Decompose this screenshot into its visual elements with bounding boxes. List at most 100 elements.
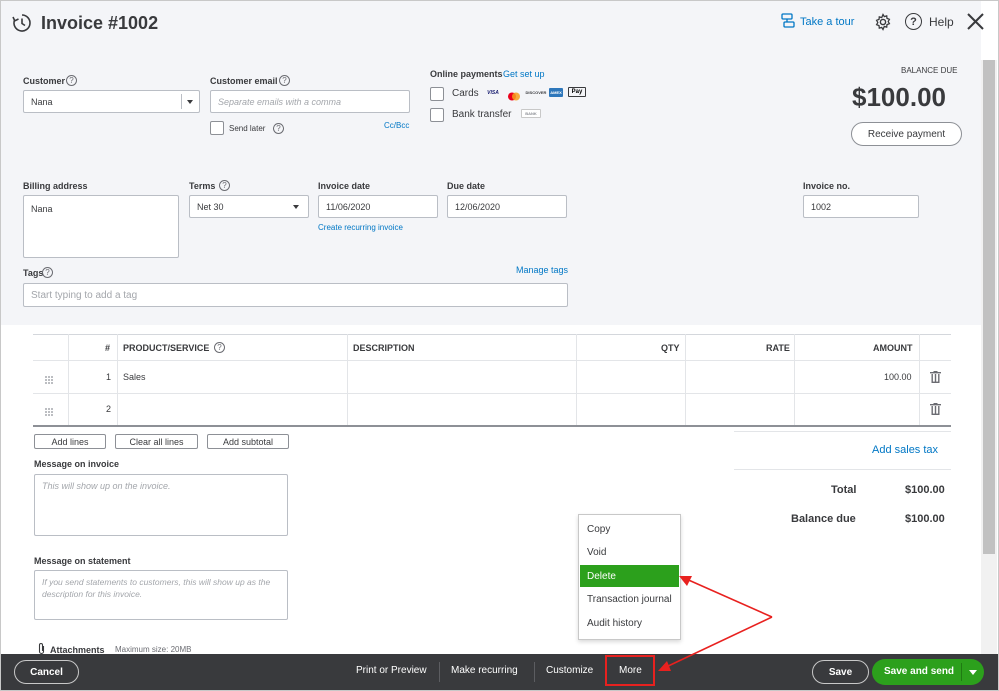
col-divider — [576, 334, 577, 425]
col-divider — [117, 334, 118, 425]
save-and-send-group: Save and send — [872, 659, 984, 685]
row-amount[interactable]: 100.00 — [884, 372, 912, 382]
add-lines-button[interactable]: Add lines — [34, 434, 106, 449]
receive-payment-button[interactable]: Receive payment — [851, 122, 962, 146]
chevron-down-icon — [187, 99, 193, 104]
invoice-no-label: Invoice no. — [803, 181, 851, 191]
tags-help-icon[interactable]: ? — [42, 267, 53, 278]
online-payments-label: Online payments — [430, 69, 503, 79]
col-header-qty: QTY — [661, 343, 680, 353]
amex-icon: AMEX — [549, 88, 563, 97]
discover-icon: DISCOVER — [525, 90, 547, 95]
email-placeholder: Separate emails with a comma — [218, 96, 342, 107]
chevron-down-icon[interactable] — [969, 670, 977, 675]
chevron-down-icon — [293, 204, 299, 209]
email-field[interactable]: Separate emails with a comma — [210, 90, 410, 113]
footer-divider — [439, 662, 440, 682]
due-date-field[interactable]: 12/06/2020 — [447, 195, 567, 218]
tags-placeholder: Start typing to add a tag — [31, 289, 138, 301]
trash-icon[interactable] — [930, 370, 941, 388]
menu-item-transaction-journal[interactable]: Transaction journal — [580, 588, 679, 610]
due-date-label: Due date — [447, 181, 486, 191]
invoice-header-panel — [1, 1, 981, 325]
scrollbar-thumb[interactable] — [983, 60, 995, 554]
cancel-button[interactable]: Cancel — [14, 660, 79, 684]
balance-due-footer-value: $100.00 — [905, 513, 945, 525]
table-header-border — [33, 360, 951, 361]
menu-item-void[interactable]: Void — [580, 541, 679, 563]
trash-icon[interactable] — [930, 402, 941, 420]
drag-handle-icon[interactable] — [44, 404, 54, 422]
send-later-label: Send later — [229, 124, 266, 133]
col-header-number: # — [105, 343, 111, 353]
email-help-icon[interactable]: ? — [279, 75, 290, 86]
row-product[interactable]: Sales — [123, 372, 146, 382]
add-subtotal-button[interactable]: Add subtotal — [207, 434, 289, 449]
tour-icon[interactable] — [781, 13, 795, 34]
history-icon[interactable] — [12, 13, 32, 38]
table-row-border — [33, 393, 951, 394]
more-menu: Copy Void Delete Transaction journal Aud… — [578, 514, 681, 640]
clear-all-lines-button[interactable]: Clear all lines — [115, 434, 198, 449]
customer-select[interactable]: Nana — [23, 90, 200, 113]
customer-help-icon[interactable]: ? — [66, 75, 77, 86]
invoice-date-value: 11/06/2020 — [326, 201, 371, 212]
split-divider — [961, 663, 962, 681]
bank-transfer-checkbox[interactable] — [430, 108, 444, 122]
make-recurring-button[interactable]: Make recurring — [451, 665, 518, 676]
invoice-date-label: Invoice date — [318, 181, 371, 191]
print-preview-button[interactable]: Print or Preview — [356, 665, 427, 676]
menu-item-delete[interactable]: Delete — [580, 565, 679, 587]
message-invoice-placeholder: This will show up on the invoice. — [42, 481, 171, 491]
page-title: Invoice #1002 — [41, 13, 159, 33]
select-divider — [181, 94, 182, 109]
col-divider — [347, 334, 348, 425]
manage-tags-link[interactable]: Manage tags — [516, 265, 568, 275]
customer-label: Customer — [23, 76, 66, 86]
create-recurring-link[interactable]: Create recurring invoice — [318, 223, 403, 232]
table-bottom-border — [33, 425, 951, 427]
col-divider — [919, 334, 920, 425]
message-invoice-field[interactable]: This will show up on the invoice. — [34, 474, 288, 536]
footer-divider — [534, 662, 535, 682]
terms-label: Terms — [189, 181, 216, 191]
invoice-no-field[interactable]: 1002 — [803, 195, 919, 218]
email-label: Customer email — [210, 76, 278, 86]
save-button[interactable]: Save — [812, 660, 869, 684]
menu-item-copy[interactable]: Copy — [580, 518, 679, 540]
terms-help-icon[interactable]: ? — [219, 180, 230, 191]
totals-top-border — [734, 431, 951, 432]
get-set-up-link[interactable]: Get set up — [503, 69, 545, 79]
apple-pay-icon: Pay — [568, 87, 586, 97]
bank-icon: BANK — [521, 109, 541, 118]
gear-icon[interactable] — [874, 13, 892, 36]
customize-button[interactable]: Customize — [546, 665, 593, 676]
cc-bcc-link[interactable]: Cc/Bcc — [384, 121, 409, 130]
total-label: Total — [831, 484, 857, 496]
send-later-help-icon[interactable]: ? — [273, 123, 284, 134]
help-label[interactable]: Help — [929, 15, 954, 29]
balance-due-label: BALANCE DUE — [901, 66, 958, 75]
save-and-send-button[interactable]: Save and send — [884, 666, 954, 677]
totals-divider — [734, 469, 951, 470]
billing-address-field[interactable]: Nana — [23, 195, 179, 258]
product-help-icon[interactable]: ? — [214, 342, 225, 353]
cards-checkbox[interactable] — [430, 87, 444, 101]
drag-handle-icon[interactable] — [44, 372, 54, 390]
billing-address-label: Billing address — [23, 181, 88, 191]
table-top-border — [33, 334, 951, 335]
col-header-rate: RATE — [766, 343, 790, 353]
add-sales-tax-link[interactable]: Add sales tax — [872, 444, 938, 456]
message-statement-field[interactable]: If you send statements to customers, thi… — [34, 570, 288, 620]
close-icon[interactable] — [966, 12, 985, 36]
send-later-checkbox[interactable] — [210, 121, 224, 135]
tags-input[interactable]: Start typing to add a tag — [23, 283, 568, 307]
take-tour-link[interactable]: Take a tour — [800, 16, 854, 28]
menu-item-audit-history[interactable]: Audit history — [580, 612, 679, 634]
help-icon[interactable]: ? — [905, 13, 922, 30]
invoice-date-field[interactable]: 11/06/2020 — [318, 195, 438, 218]
total-value: $100.00 — [905, 484, 945, 496]
attachments-max-size: Maximum size: 20MB — [115, 645, 192, 654]
col-divider — [685, 334, 686, 425]
terms-select[interactable]: Net 30 — [189, 195, 309, 218]
